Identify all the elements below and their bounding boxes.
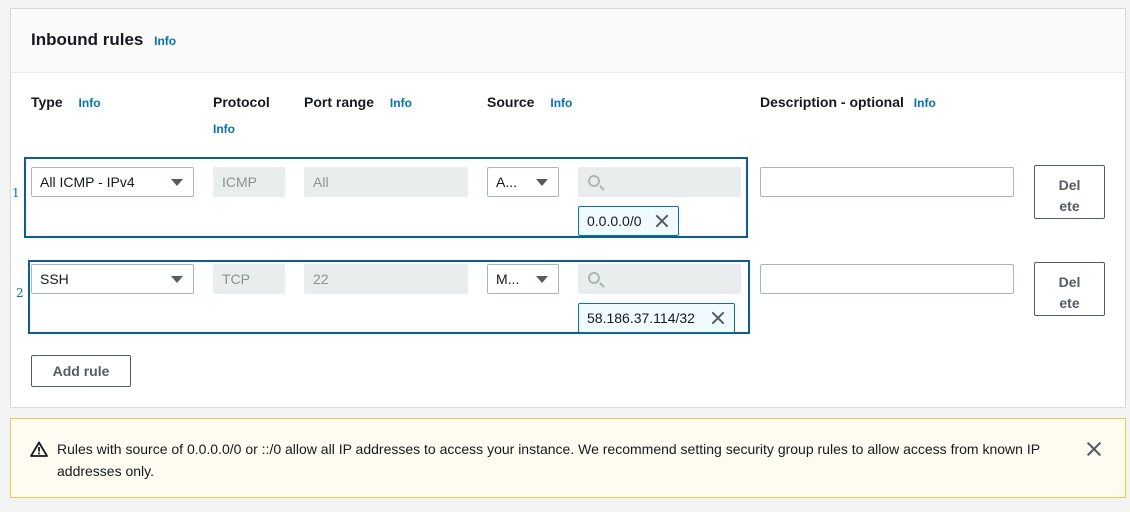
rule-1-port-range-field: All (304, 167, 468, 197)
rule-1-protocol-field: ICMP (213, 167, 285, 197)
rule-2-source-token-text: 58.186.37.114/32 (587, 310, 695, 326)
rule-1-description-input[interactable] (760, 167, 1014, 197)
delete-label-line2: ete (1059, 295, 1080, 311)
rule-1-source-type-select[interactable]: A... (487, 167, 559, 197)
rule-1-source-search-input[interactable] (578, 167, 741, 197)
source-info-link[interactable]: Info (550, 96, 572, 110)
column-description-label: Description - optional (760, 94, 904, 110)
rule-2-source-token: 58.186.37.114/32 (578, 303, 735, 333)
add-rule-button[interactable]: Add rule (31, 355, 131, 387)
rule-2-type-value: SSH (40, 271, 69, 287)
warning-icon (30, 441, 48, 457)
rule-2-source-type-value: M... (496, 271, 520, 287)
rule-1-type-value: All ICMP - IPv4 (40, 174, 135, 190)
rule-2-type-select[interactable]: SSH (31, 264, 194, 294)
column-header-source: Source Info (487, 94, 572, 110)
column-source-label: Source (487, 94, 535, 110)
warning-alert: Rules with source of 0.0.0.0/0 or ::/0 a… (10, 418, 1126, 498)
rule-number-1: 1 (12, 186, 20, 200)
search-icon (588, 272, 600, 284)
column-port-range-label: Port range (304, 94, 375, 110)
port-range-info-link[interactable]: Info (390, 96, 412, 110)
rule-1-source-token: 0.0.0.0/0 (578, 206, 679, 236)
remove-token-icon[interactable] (654, 213, 670, 229)
rule-number-2: 2 (16, 286, 24, 300)
inbound-rules-panel: Inbound rules Info Type Info Protocol In… (10, 8, 1126, 408)
column-header-port-range: Port range Info (304, 94, 412, 110)
caret-down-icon (536, 179, 548, 186)
column-protocol-label: Protocol (213, 94, 270, 110)
rule-2-description-input[interactable] (760, 264, 1014, 294)
protocol-info-link[interactable]: Info (213, 122, 270, 136)
caret-down-icon (171, 179, 183, 186)
rule-2-source-search-input[interactable] (578, 264, 741, 294)
alert-message: Rules with source of 0.0.0.0/0 or ::/0 a… (57, 441, 1040, 479)
caret-down-icon (171, 276, 183, 283)
search-icon (588, 175, 600, 187)
column-header-type: Type Info (31, 94, 101, 110)
rule-2-port-range-field: 22 (304, 264, 468, 294)
rule-2-source-type-select[interactable]: M... (487, 264, 559, 294)
rule-2-protocol-field: TCP (213, 264, 285, 294)
panel-title: Inbound rules Info (31, 30, 176, 50)
rule-1-type-select[interactable]: All ICMP - IPv4 (31, 167, 194, 197)
rule-1-delete-button[interactable]: Del ete (1034, 165, 1105, 219)
rule-1-source-token-text: 0.0.0.0/0 (587, 213, 642, 229)
column-header-description: Description - optional Info (760, 94, 936, 110)
type-info-link[interactable]: Info (79, 96, 101, 110)
rule-2-delete-button[interactable]: Del ete (1034, 262, 1105, 316)
delete-label-line1: Del (1058, 274, 1081, 290)
title-info-link[interactable]: Info (154, 34, 176, 48)
delete-label-line1: Del (1058, 177, 1081, 193)
column-header-protocol: Protocol Info (213, 94, 270, 136)
delete-label-line2: ete (1059, 198, 1080, 214)
panel-header: Inbound rules Info (11, 9, 1125, 73)
close-icon[interactable] (1085, 440, 1103, 458)
caret-down-icon (536, 276, 548, 283)
rule-1-source-type-value: A... (496, 174, 518, 190)
panel-title-text: Inbound rules (31, 30, 144, 49)
description-info-link[interactable]: Info (914, 96, 936, 110)
column-type-label: Type (31, 94, 63, 110)
remove-token-icon[interactable] (710, 310, 726, 326)
